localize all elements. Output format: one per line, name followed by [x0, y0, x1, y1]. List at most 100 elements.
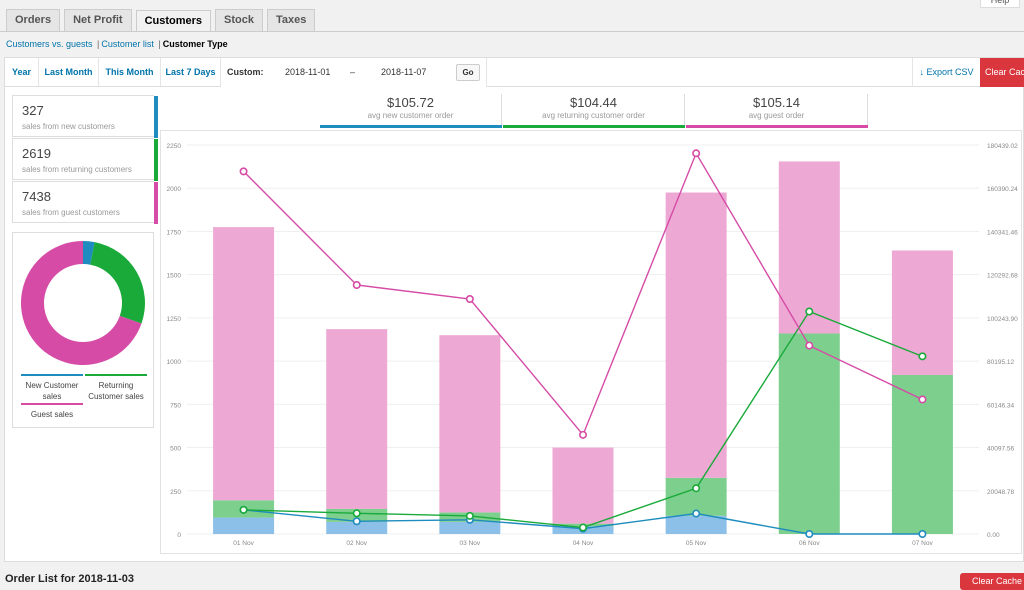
x-axis-tick-label: 03 Nov: [460, 540, 481, 547]
stat-value: $104.44: [570, 95, 617, 110]
stat-label: avg guest order: [748, 111, 805, 120]
report-tabs: Orders Net Profit Customers Stock Taxes: [6, 9, 316, 32]
series-point-guest: [352, 280, 361, 289]
bar-segment-guest: [665, 192, 727, 478]
legend-label: sales from returning customers: [22, 165, 132, 174]
stat-label: avg new customer order: [367, 111, 454, 120]
bar-segment-guest: [326, 329, 388, 509]
series-point-returning: [692, 484, 701, 493]
stat-label: avg returning customer order: [542, 111, 645, 120]
legend-value: 2619: [22, 146, 51, 161]
series-point-returning: [352, 509, 361, 518]
sales-chart-frame: 0 250 500 750 1000 1250 1500 1750 2000 2250 0.00 20…: [160, 130, 1022, 554]
series-point-new: [692, 509, 701, 518]
tab-customers[interactable]: Customers: [135, 10, 212, 32]
x-axis-tick-label: 02 Nov: [346, 540, 367, 547]
range-year[interactable]: Year: [5, 58, 39, 86]
subnav-customer-type: Customer Type: [162, 39, 228, 49]
y-axis-right-tick-label: 100243.90: [987, 316, 1018, 323]
series-point-returning: [465, 511, 474, 520]
stat-value: $105.14: [753, 95, 800, 110]
donut-slice-returning[interactable]: [90, 242, 145, 324]
legend-value: 327: [22, 103, 44, 118]
y-axis-right-tick-label: 80195.12: [987, 359, 1014, 366]
clear-cache-bottom-button[interactable]: Clear Cache: [960, 573, 1024, 590]
legend-color-strip: [154, 182, 158, 224]
stat-avg-new: $105.72 avg new customer order: [320, 94, 502, 128]
x-axis-tick-label: 06 Nov: [799, 540, 820, 547]
legend-value: 7438: [22, 189, 51, 204]
series-point-returning: [918, 352, 927, 361]
series-point-guest: [692, 149, 701, 158]
subnav-customer-list[interactable]: Customer list: [101, 39, 154, 49]
tab-net-profit[interactable]: Net Profit: [64, 9, 132, 31]
legend-swatch-new: [21, 374, 83, 376]
series-point-guest: [578, 430, 587, 439]
range-this-month[interactable]: This Month: [99, 58, 161, 86]
pie-legend-new: New Customer sales: [25, 381, 79, 401]
tab-orders[interactable]: Orders: [6, 9, 61, 31]
stat-value: $105.72: [387, 95, 434, 110]
y-axis-left-tick-label: 2250: [167, 143, 182, 150]
range-last-7-days[interactable]: Last 7 Days: [161, 58, 221, 86]
customer-type-donut-box: New Customer sales Returning Customer sa…: [12, 232, 154, 428]
series-point-guest: [918, 395, 927, 404]
series-point-new: [352, 517, 361, 526]
y-axis-right-tick-label: 140341.46: [987, 229, 1018, 236]
report-panel: Year Last Month This Month Last 7 Days C…: [4, 57, 1024, 562]
y-axis-left-tick-label: 0: [177, 532, 181, 539]
series-point-guest: [805, 341, 814, 350]
y-axis-right-tick-label: 20048.78: [987, 489, 1014, 496]
legend-new-customers[interactable]: 327 sales from new customers: [12, 95, 158, 138]
range-last-month[interactable]: Last Month: [39, 58, 99, 86]
date-dash: –: [350, 67, 356, 77]
y-axis-left-tick-label: 500: [170, 446, 181, 453]
bar-segment-new: [665, 515, 727, 534]
legend-returning-customers[interactable]: 2619 sales from returning customers: [12, 138, 158, 181]
legend-guest-customers[interactable]: 7438 sales from guest customers: [12, 181, 158, 224]
subnav-customers-vs-guests[interactable]: Customers vs. guests: [6, 39, 93, 49]
start-date-input[interactable]: [285, 65, 345, 79]
series-point-guest: [239, 167, 248, 176]
legend-color-strip: [154, 139, 158, 181]
subnav-separator: |: [97, 39, 100, 49]
donut-chart: [20, 241, 145, 365]
pie-legend-returning: Returning Customer sales: [88, 381, 144, 401]
x-axis-tick-label: 04 Nov: [573, 540, 594, 547]
y-axis-left-tick-label: 750: [170, 402, 181, 409]
y-axis-right-tick-label: 40097.56: [987, 446, 1014, 453]
go-button[interactable]: Go: [456, 64, 480, 81]
legend-label: sales from new customers: [22, 122, 115, 131]
stat-avg-guest: $105.14 avg guest order: [686, 94, 868, 128]
series-point-returning: [578, 523, 587, 532]
export-csv-label: Export CSV: [926, 67, 974, 77]
stat-avg-returning: $104.44 avg returning customer order: [503, 94, 685, 128]
tabs-divider: [0, 31, 1024, 32]
y-axis-left-tick-label: 1500: [167, 273, 182, 280]
subnav-separator: |: [158, 39, 161, 49]
bar-segment-guest: [552, 447, 614, 524]
bar-segment-new: [213, 517, 275, 534]
pie-legend-guest: Guest sales: [30, 410, 74, 419]
stat-color-bar: [503, 125, 685, 128]
end-date-input[interactable]: [381, 65, 441, 79]
y-axis-right-tick-label: 160390.24: [987, 186, 1018, 193]
y-axis-right-tick-label: 0.00: [987, 532, 1000, 539]
legend-swatch-guest: [21, 403, 83, 405]
tab-stock[interactable]: Stock: [215, 9, 264, 31]
export-csv-button[interactable]: ↓ Export CSV: [912, 58, 980, 87]
x-axis-tick-label: 05 Nov: [686, 540, 707, 547]
help-tab[interactable]: Help: [980, 0, 1020, 8]
y-axis-right-tick-label: 60146.34: [987, 402, 1014, 409]
download-arrow-icon: ↓: [919, 67, 924, 77]
bar-segment-guest: [213, 227, 275, 501]
custom-label: Custom:: [227, 67, 264, 77]
clear-cache-button[interactable]: Clear Cache: [980, 58, 1024, 87]
y-axis-left-tick-label: 1750: [167, 229, 182, 236]
tab-taxes[interactable]: Taxes: [267, 9, 316, 31]
report-subnav: Customers vs. guests | Customer list | Cus…: [6, 39, 228, 49]
series-point-new: [805, 529, 814, 538]
order-list-title: Order List for 2018-11-03: [5, 573, 135, 585]
y-axis-left-tick-label: 1250: [167, 316, 182, 323]
y-axis-right-tick-label: 180439.02: [987, 143, 1018, 150]
